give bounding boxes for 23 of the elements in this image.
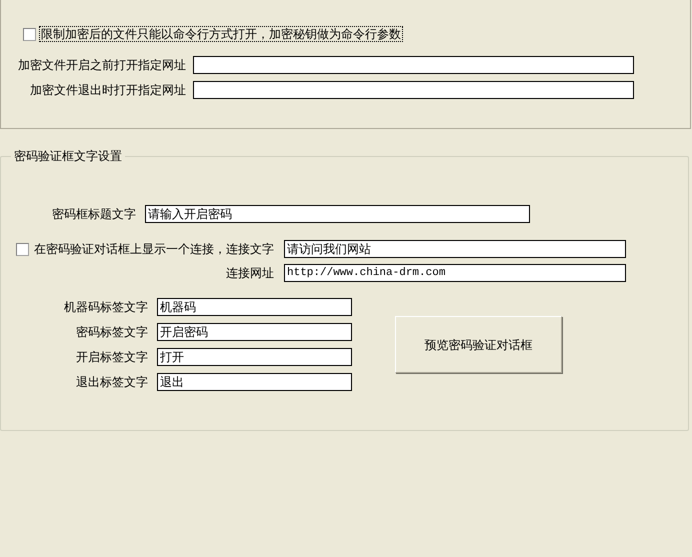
input-field[interactable]: 退出 (157, 373, 352, 391)
field-label: 机器码标签文字 (63, 299, 148, 316)
field-label: 开启标签文字 (75, 349, 148, 366)
input-field[interactable]: 机器码 (157, 298, 352, 316)
input-field[interactable]: 请输入开启密码 (145, 205, 530, 223)
input-field[interactable] (193, 56, 634, 74)
field-label: 退出标签文字 (75, 374, 148, 391)
field-label: 密码标签文字 (75, 324, 148, 341)
input-field[interactable]: 开启密码 (157, 323, 352, 341)
preview-button[interactable]: 预览密码验证对话框 (395, 316, 562, 373)
checkbox[interactable] (16, 242, 29, 256)
input-field[interactable]: 请访问我们网站 (284, 240, 626, 258)
input-field[interactable]: http://www.china-drm.com (284, 264, 626, 282)
checkbox-label: 在密码验证对话框上显示一个连接，连接文字 (34, 241, 274, 258)
group-title: 密码验证框文字设置 (13, 149, 123, 163)
field-label: 连接网址 (225, 265, 274, 282)
field-label: 加密文件开启之前打开指定网址 (17, 57, 186, 74)
input-field[interactable] (193, 81, 634, 99)
input-field[interactable]: 打开 (157, 348, 352, 366)
checkbox-label: 限制加密后的文件只能以命令行方式打开，加密秘钥做为命令行参数 (39, 26, 403, 42)
field-label: 加密文件退出时打开指定网址 (29, 82, 186, 99)
checkbox[interactable] (23, 28, 36, 40)
field-label: 密码框标题文字 (51, 206, 136, 223)
